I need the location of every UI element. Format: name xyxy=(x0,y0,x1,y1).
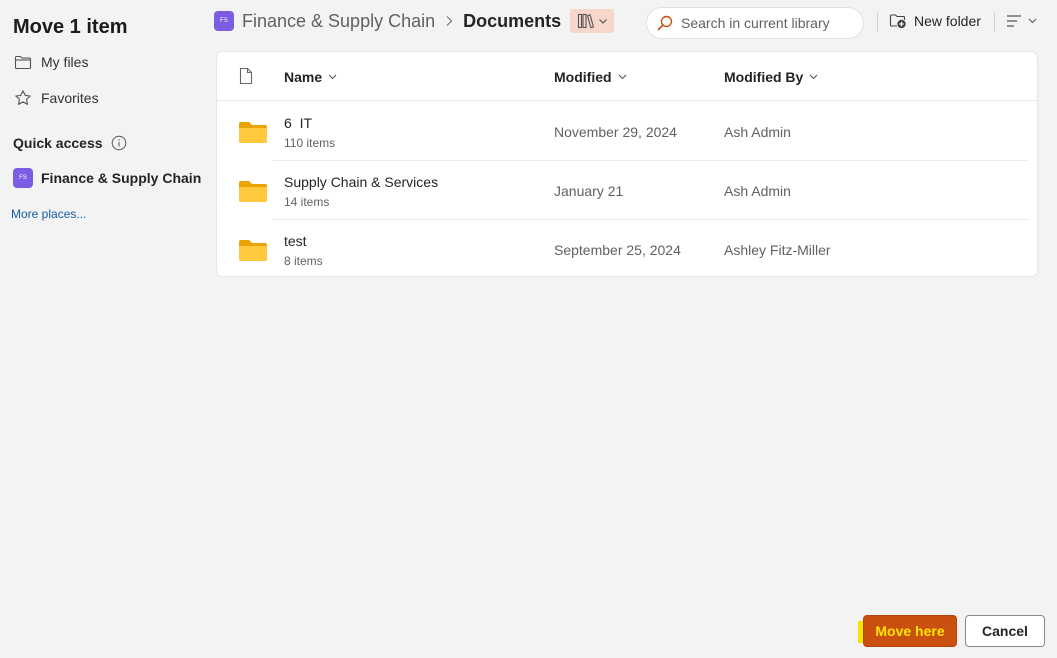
chevron-down-icon xyxy=(598,18,608,25)
column-header-modified-by[interactable]: Modified By xyxy=(724,68,818,86)
folder-icon xyxy=(13,52,33,72)
row-item-count: 8 items xyxy=(284,254,323,268)
nav-favorites[interactable]: Favorites xyxy=(13,86,99,110)
breadcrumb-current: Documents xyxy=(463,10,562,31)
quick-access-label: Quick access xyxy=(13,135,103,151)
column-header-name[interactable]: Name xyxy=(284,68,337,86)
toolbar-divider xyxy=(877,12,878,32)
quick-access-site[interactable]: FS Finance & Supply Chain xyxy=(13,166,201,190)
view-options-button[interactable] xyxy=(1006,10,1037,32)
left-panel: Move 1 item My files Favorites Quick acc… xyxy=(0,0,205,658)
breadcrumb: FS Finance & Supply Chain Documents xyxy=(214,8,615,34)
table-row[interactable]: Supply Chain & Services 14 items January… xyxy=(217,161,1037,220)
row-modified: September 25, 2024 xyxy=(554,242,681,258)
column-header-modified[interactable]: Modified xyxy=(554,68,627,86)
row-modified-by: Ash Admin xyxy=(724,183,791,199)
row-modified-by: Ashley Fitz-Miller xyxy=(724,242,831,258)
table-row[interactable]: test 8 items September 25, 2024 Ashley F… xyxy=(217,220,1037,279)
chevron-down-icon xyxy=(809,74,818,80)
folder-icon xyxy=(238,121,268,148)
column-header-modified-by-label: Modified By xyxy=(724,69,804,85)
library-icon xyxy=(577,13,595,29)
breadcrumb-site[interactable]: Finance & Supply Chain xyxy=(242,11,435,32)
column-header-modified-label: Modified xyxy=(554,69,612,85)
new-folder-button[interactable]: New folder xyxy=(889,9,981,33)
more-places-link[interactable]: More places... xyxy=(11,207,86,221)
chevron-down-icon xyxy=(618,74,627,80)
row-modified: January 21 xyxy=(554,183,624,199)
list-view-icon xyxy=(1006,14,1022,28)
toolbar-divider xyxy=(994,12,995,32)
dialog-title: Move 1 item xyxy=(13,16,128,38)
file-list: Name Modified Modified By 6 IT 110 items… xyxy=(216,51,1038,277)
star-icon xyxy=(13,88,33,108)
folder-icon xyxy=(238,239,268,266)
folder-icon xyxy=(238,180,268,207)
move-here-button[interactable]: Move here xyxy=(863,615,957,647)
chevron-right-icon xyxy=(445,15,453,27)
search-icon xyxy=(657,15,673,31)
nav-my-files-label: My files xyxy=(41,54,89,70)
site-badge: FS xyxy=(13,168,33,188)
new-folder-label: New folder xyxy=(914,13,981,29)
cancel-button[interactable]: Cancel xyxy=(965,615,1045,647)
row-name: test xyxy=(284,233,307,249)
row-name: Supply Chain & Services xyxy=(284,174,439,190)
chevron-down-icon xyxy=(328,74,337,80)
row-name: 6 IT xyxy=(284,115,313,131)
column-header-name-label: Name xyxy=(284,69,323,85)
row-modified-by: Ash Admin xyxy=(724,124,791,140)
row-item-count: 110 items xyxy=(284,136,336,150)
nav-favorites-label: Favorites xyxy=(41,90,99,106)
row-item-count: 14 items xyxy=(284,195,330,209)
search-input[interactable] xyxy=(681,15,851,31)
info-icon[interactable] xyxy=(111,135,127,151)
list-header: Name Modified Modified By xyxy=(217,52,1037,101)
file-type-icon xyxy=(239,67,253,90)
search-box[interactable] xyxy=(646,7,864,39)
quick-access-site-label: Finance & Supply Chain xyxy=(41,170,202,186)
table-row[interactable]: 6 IT 110 items November 29, 2024 Ash Adm… xyxy=(217,102,1037,161)
add-folder-icon xyxy=(889,13,907,29)
quick-access-heading: Quick access xyxy=(13,133,127,153)
chevron-down-icon xyxy=(1028,18,1037,24)
row-modified: November 29, 2024 xyxy=(554,124,677,140)
library-switcher-button[interactable] xyxy=(570,9,615,33)
breadcrumb-site-badge: FS xyxy=(214,11,234,31)
nav-my-files[interactable]: My files xyxy=(13,50,88,74)
